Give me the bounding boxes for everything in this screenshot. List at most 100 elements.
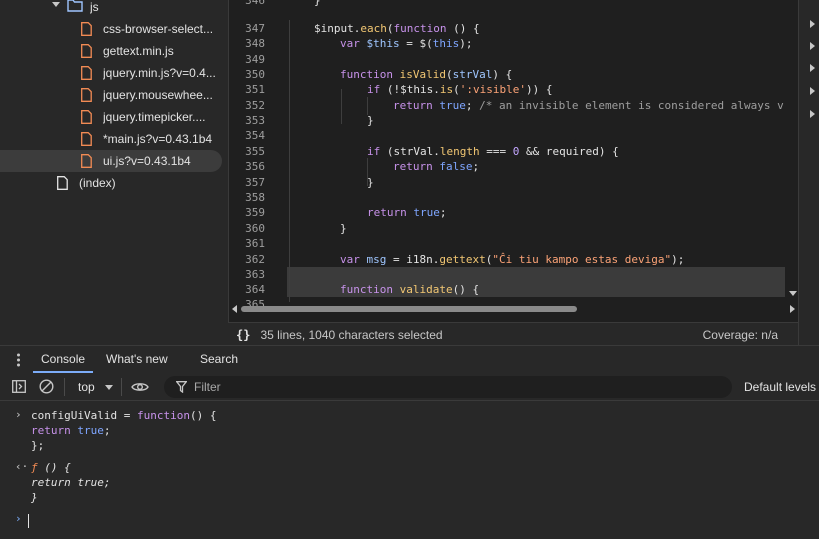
tree-file-jquery-mousewheel[interactable]: jquery.mousewhee... [0, 84, 222, 106]
code-line-348: var $this = $(this); [340, 37, 473, 50]
chevron-right-icon[interactable] [810, 42, 815, 50]
input-prompt-chevron-icon: › [15, 408, 22, 421]
default-levels-dropdown[interactable]: Default levels [744, 380, 816, 394]
tree-file-jquery-min[interactable]: jquery.min.js?v=0.4... [0, 62, 222, 84]
tree-file-gettext[interactable]: gettext.min.js [0, 40, 222, 62]
folder-icon [67, 0, 83, 15]
filter-placeholder: Filter [194, 380, 221, 394]
chevron-down-icon[interactable] [52, 2, 60, 7]
tree-folder-js[interactable]: js [0, 0, 222, 19]
code-line-351: if (!$this.is(':visible')) { [367, 83, 553, 96]
dropdown-arrow-icon [105, 385, 114, 391]
line-number: 354 [245, 129, 265, 142]
tab-whats-new[interactable]: What's new [106, 346, 168, 373]
clear-console-icon[interactable] [39, 379, 54, 397]
tree-folder-label: js [90, 0, 99, 14]
indent-guide [341, 89, 342, 124]
pretty-print-braces-button[interactable]: {} [236, 328, 250, 342]
result-arrow-icon: ‹· [15, 460, 29, 473]
code-line-364: function validate() { [340, 283, 480, 296]
chevron-right-icon[interactable] [810, 64, 815, 72]
console-input-line: }; [31, 439, 45, 452]
tree-file-label: *main.js?v=0.43.1b4 [103, 132, 213, 146]
filter-input[interactable]: Filter [164, 376, 732, 398]
console-prompt-chevron-icon: › [15, 512, 22, 525]
line-number: 347 [245, 22, 265, 35]
console-result-line: return true; [31, 476, 111, 489]
tree-file-jquery-timepicker[interactable]: jquery.timepicker.... [0, 106, 222, 128]
code-line-356: return false; [393, 160, 480, 173]
scroll-right-arrow-icon[interactable] [790, 305, 795, 313]
code-line-346: } [314, 0, 321, 8]
code-editor[interactable]: 346 347 348 349 350 351 352 353 354 355 356 357 358 3… [228, 0, 799, 322]
file-tree: js css-browser-select... gettext.min.js … [0, 0, 228, 345]
tree-item-index[interactable]: (index) [0, 172, 222, 194]
file-icon [81, 110, 92, 124]
tab-search[interactable]: Search [200, 346, 238, 373]
code-line-355: if (strVal.length === 0 && required) { [367, 145, 619, 158]
selection-info: 35 lines, 1040 characters selected [260, 327, 443, 342]
line-number: 352 [245, 99, 265, 112]
line-number: 363 [245, 268, 265, 281]
code-line-347: $input.each(function () { [314, 22, 480, 35]
chevron-right-icon[interactable] [810, 110, 815, 118]
code-text: } [314, 0, 321, 7]
scroll-down-arrow-icon[interactable] [789, 291, 797, 296]
tree-file-css-browser-select[interactable]: css-browser-select... [0, 18, 222, 40]
file-icon [81, 154, 92, 168]
code-line-357: } [367, 176, 374, 189]
coverage-status[interactable]: Coverage: n/a [703, 328, 778, 342]
line-number: 351 [245, 83, 265, 96]
console-output[interactable]: › configUiValid = function() { return tr… [0, 401, 819, 539]
line-number: 349 [245, 53, 265, 66]
line-number: 346 [245, 0, 265, 7]
kebab-menu-icon[interactable] [17, 353, 20, 367]
tree-file-ui[interactable]: ui.js?v=0.43.1b4 [0, 150, 222, 172]
indent-guide [289, 20, 290, 302]
console-input-cursor[interactable] [28, 514, 29, 528]
tree-file-label: jquery.mousewhee... [103, 88, 213, 102]
chevron-right-icon[interactable] [810, 87, 815, 95]
code-content[interactable]: } $input.each(function () { var $this = … [287, 0, 785, 302]
code-line-360: } [340, 222, 347, 235]
horizontal-scroll-thumb[interactable] [241, 306, 577, 312]
scroll-left-arrow-icon[interactable] [232, 305, 237, 313]
line-number: 360 [245, 222, 265, 235]
line-number: 355 [245, 145, 265, 158]
tab-console[interactable]: Console [32, 346, 94, 373]
context-selector-label: top [78, 380, 95, 394]
console-input-line: return true; [31, 424, 111, 437]
line-number: 359 [245, 206, 265, 219]
line-number: 356 [245, 160, 265, 173]
context-selector[interactable]: top [78, 379, 114, 395]
file-icon [81, 88, 92, 102]
drawer-tab-bar: Console What's new Search [0, 345, 819, 375]
file-icon [81, 22, 92, 36]
document-icon [57, 176, 68, 190]
console-result-line: } [31, 491, 38, 504]
line-number-gutter: 346 347 348 349 350 351 352 353 354 355 356 357 358 3… [229, 0, 275, 322]
editor-status-bar: {} 35 lines, 1040 characters selected Co… [228, 322, 798, 346]
line-number: 348 [245, 37, 265, 50]
right-panel-strip [798, 0, 819, 345]
code-line-350: function isValid(strVal) { [340, 68, 513, 81]
line-number: 364 [245, 283, 265, 296]
horizontal-scrollbar[interactable] [232, 305, 795, 313]
line-number: 357 [245, 176, 265, 189]
toolbar-divider [121, 378, 122, 396]
eye-icon[interactable] [131, 381, 149, 396]
toolbar-divider [64, 378, 65, 396]
line-number: 362 [245, 253, 265, 266]
tree-file-label: jquery.timepicker.... [103, 110, 206, 124]
code-line-362: var msg = i18n.gettext("Ĉi tiu kampo est… [340, 253, 685, 266]
chevron-right-icon[interactable] [810, 20, 815, 28]
tree-item-label: (index) [79, 176, 116, 190]
tree-file-main[interactable]: *main.js?v=0.43.1b4 [0, 128, 222, 150]
tree-file-label: css-browser-select... [103, 22, 214, 36]
line-number: 361 [245, 237, 265, 250]
tree-file-label: jquery.min.js?v=0.4... [103, 66, 216, 80]
sidebar-toggle-icon[interactable] [12, 380, 26, 396]
line-number: 358 [245, 191, 265, 204]
tree-file-label: ui.js?v=0.43.1b4 [103, 154, 191, 168]
code-line-353: } [367, 114, 374, 127]
